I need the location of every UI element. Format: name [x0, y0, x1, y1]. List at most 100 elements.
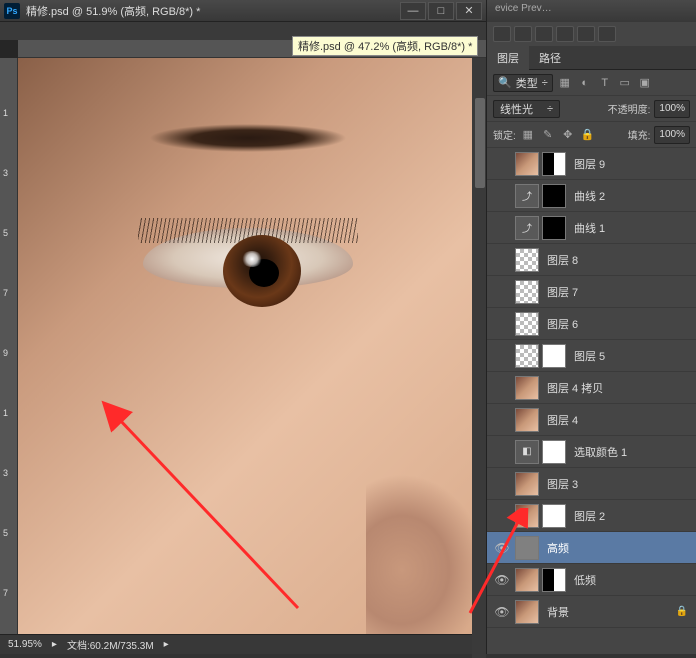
close-button[interactable]: ✕: [456, 2, 482, 20]
visibility-toggle[interactable]: [491, 180, 513, 211]
layer-thumbnail[interactable]: [515, 408, 539, 432]
canvas-scrollbar[interactable]: [472, 58, 486, 658]
canvas-image[interactable]: [18, 58, 486, 634]
layer-name[interactable]: 背景: [547, 604, 569, 620]
visibility-toggle[interactable]: [491, 500, 513, 531]
layer-row[interactable]: ⤴ 曲线 1: [487, 212, 696, 244]
visibility-toggle[interactable]: 👁: [491, 564, 513, 595]
layer-thumbnail[interactable]: ◧: [515, 440, 539, 464]
layer-thumbnail[interactable]: [515, 376, 539, 400]
filter-smart-icon[interactable]: ▣: [637, 75, 653, 91]
layer-thumbnail[interactable]: ⤴: [515, 216, 539, 240]
layer-name[interactable]: 曲线 2: [574, 188, 605, 204]
layer-thumbnail[interactable]: [515, 312, 539, 336]
layer-thumbnail[interactable]: [542, 440, 566, 464]
layer-thumbnail[interactable]: [515, 152, 539, 176]
layer-row[interactable]: 图层 9: [487, 148, 696, 180]
layer-name[interactable]: 高频: [547, 540, 569, 556]
opacity-field[interactable]: 100%: [654, 100, 690, 118]
title-bar: Ps 精修.psd @ 51.9% (高频, RGB/8*) * — □ ✕: [0, 0, 486, 22]
visibility-toggle[interactable]: [491, 372, 513, 403]
layer-name[interactable]: 图层 7: [547, 284, 578, 300]
layer-name[interactable]: 图层 6: [547, 316, 578, 332]
layer-name[interactable]: 选取颜色 1: [574, 444, 627, 460]
layer-row[interactable]: 图层 8: [487, 244, 696, 276]
layer-thumbnail[interactable]: [515, 344, 539, 368]
tab-layers[interactable]: 图层: [487, 46, 529, 70]
layer-thumbnail[interactable]: [515, 504, 539, 528]
layer-thumbnail[interactable]: [515, 600, 539, 624]
layer-thumbnail[interactable]: [542, 216, 566, 240]
visibility-toggle[interactable]: [491, 244, 513, 275]
layer-name[interactable]: 图层 2: [574, 508, 605, 524]
visibility-toggle[interactable]: [491, 468, 513, 499]
layer-row[interactable]: 图层 4: [487, 404, 696, 436]
layer-row[interactable]: 图层 4 拷贝: [487, 372, 696, 404]
layer-row[interactable]: 图层 3: [487, 468, 696, 500]
layer-row[interactable]: 图层 6: [487, 308, 696, 340]
filter-pixel-icon[interactable]: ▦: [557, 75, 573, 91]
preset-icon[interactable]: [493, 26, 511, 42]
layer-row[interactable]: 图层 7: [487, 276, 696, 308]
filter-type-icon[interactable]: T: [597, 75, 613, 91]
minimize-button[interactable]: —: [400, 2, 426, 20]
layer-thumbnail[interactable]: [515, 280, 539, 304]
zoom-level[interactable]: 51.95%: [8, 639, 42, 650]
layer-name[interactable]: 低频: [574, 572, 596, 588]
layer-thumbnail[interactable]: [542, 152, 566, 176]
tab-paths[interactable]: 路径: [529, 46, 571, 70]
layer-name[interactable]: 曲线 1: [574, 220, 605, 236]
chevron-icon[interactable]: ▸: [52, 639, 57, 650]
layer-name[interactable]: 图层 4 拷贝: [547, 380, 603, 396]
layer-name[interactable]: 图层 8: [547, 252, 578, 268]
layer-thumbnail[interactable]: [515, 472, 539, 496]
lock-all-icon[interactable]: 🔒: [580, 127, 596, 143]
layer-name[interactable]: 图层 4: [547, 412, 578, 428]
visibility-toggle[interactable]: [491, 148, 513, 179]
layer-row[interactable]: 图层 2: [487, 500, 696, 532]
layer-thumbnail[interactable]: [542, 184, 566, 208]
blend-mode-select[interactable]: 线性光 ÷: [493, 100, 560, 118]
ruler-tick: 5: [3, 228, 8, 238]
layer-row[interactable]: ⤴ 曲线 2: [487, 180, 696, 212]
lock-pixels-icon[interactable]: ✎: [540, 127, 556, 143]
layer-thumbnail[interactable]: [515, 568, 539, 592]
layer-row[interactable]: 图层 5: [487, 340, 696, 372]
layer-row[interactable]: 👁背景🔒: [487, 596, 696, 628]
visibility-toggle[interactable]: [491, 404, 513, 435]
lock-position-icon[interactable]: ✥: [560, 127, 576, 143]
visibility-toggle[interactable]: 👁: [491, 532, 513, 563]
layer-name[interactable]: 图层 5: [574, 348, 605, 364]
device-preview-tab[interactable]: evice Prev…: [487, 0, 696, 22]
layer-row[interactable]: 👁 低频: [487, 564, 696, 596]
preset-icon[interactable]: [514, 26, 532, 42]
preset-icon[interactable]: [535, 26, 553, 42]
preset-icon[interactable]: [577, 26, 595, 42]
filter-shape-icon[interactable]: ▭: [617, 75, 633, 91]
layer-name[interactable]: 图层 3: [547, 476, 578, 492]
chevron-icon[interactable]: ▸: [164, 639, 169, 650]
layer-thumbnail[interactable]: [542, 568, 566, 592]
layer-row[interactable]: 👁 高频: [487, 532, 696, 564]
layer-row[interactable]: ◧ 选取颜色 1: [487, 436, 696, 468]
visibility-toggle[interactable]: [491, 436, 513, 467]
layer-thumbnail[interactable]: [542, 344, 566, 368]
visibility-toggle[interactable]: [491, 340, 513, 371]
filter-adjust-icon[interactable]: ◐: [577, 75, 593, 91]
ruler-vertical[interactable]: 1 3 5 7 9 1 3 5 7: [0, 58, 18, 634]
preset-icon[interactable]: [598, 26, 616, 42]
layer-thumbnail[interactable]: ⤴: [515, 184, 539, 208]
layer-name[interactable]: 图层 9: [574, 156, 605, 172]
lock-transparency-icon[interactable]: ▦: [520, 127, 536, 143]
preset-icon[interactable]: [556, 26, 574, 42]
visibility-toggle[interactable]: 👁: [491, 596, 513, 627]
maximize-button[interactable]: □: [428, 2, 454, 20]
fill-field[interactable]: 100%: [654, 126, 690, 144]
layer-thumbnail[interactable]: [515, 248, 539, 272]
layer-thumbnail[interactable]: [542, 504, 566, 528]
layer-filter-kind[interactable]: 🔍 类型 ÷: [493, 74, 553, 92]
layer-thumbnail[interactable]: [515, 536, 539, 560]
visibility-toggle[interactable]: [491, 308, 513, 339]
visibility-toggle[interactable]: [491, 212, 513, 243]
visibility-toggle[interactable]: [491, 276, 513, 307]
